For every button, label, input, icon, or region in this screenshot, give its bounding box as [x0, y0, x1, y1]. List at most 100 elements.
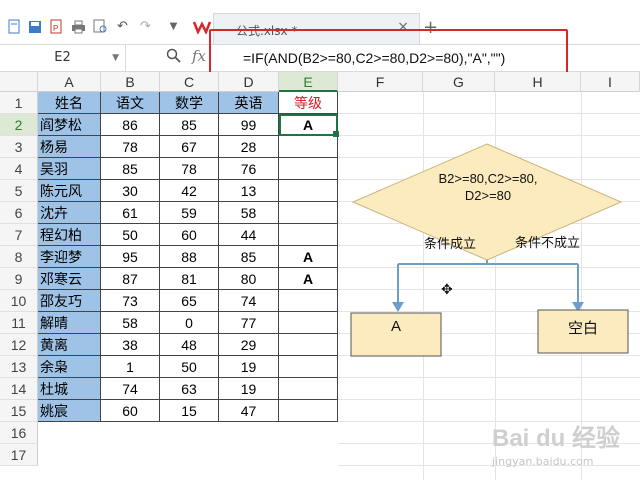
- name-box[interactable]: E2 ▼: [0, 45, 126, 71]
- row-header-2[interactable]: 2: [0, 114, 38, 136]
- row-header-12[interactable]: 12: [0, 334, 38, 356]
- cell-math[interactable]: 88: [160, 246, 219, 268]
- cell-english[interactable]: 19: [219, 378, 279, 400]
- row-header-14[interactable]: 14: [0, 378, 38, 400]
- header-cell-grade[interactable]: 等级: [279, 92, 338, 114]
- column-header-e[interactable]: E: [279, 72, 338, 92]
- column-header-f[interactable]: F: [338, 72, 423, 92]
- cell-math[interactable]: 60: [160, 224, 219, 246]
- undo-icon[interactable]: ↶: [115, 19, 130, 34]
- cell-chinese[interactable]: 1: [101, 356, 160, 378]
- cell-english[interactable]: 44: [219, 224, 279, 246]
- row-header-13[interactable]: 13: [0, 356, 38, 378]
- cell-math[interactable]: 0: [160, 312, 219, 334]
- row-header-6[interactable]: 6: [0, 202, 38, 224]
- cell-math[interactable]: 50: [160, 356, 219, 378]
- row-header-1[interactable]: 1: [0, 92, 38, 114]
- cell-grade[interactable]: [279, 356, 338, 378]
- cell-name[interactable]: 邓寒云: [38, 268, 101, 290]
- cell-name[interactable]: 姚宸: [38, 400, 101, 422]
- row-header-8[interactable]: 8: [0, 246, 38, 268]
- cell-english[interactable]: 99: [219, 114, 279, 136]
- cell-chinese[interactable]: 58: [101, 312, 160, 334]
- cell-name[interactable]: 沈卉: [38, 202, 101, 224]
- header-cell-name[interactable]: 姓名: [38, 92, 101, 114]
- cell-english[interactable]: 77: [219, 312, 279, 334]
- cell-chinese[interactable]: 85: [101, 158, 160, 180]
- column-header-d[interactable]: D: [219, 72, 279, 92]
- cell-math[interactable]: 78: [160, 158, 219, 180]
- cell-math[interactable]: 42: [160, 180, 219, 202]
- header-cell-chinese[interactable]: 语文: [101, 92, 160, 114]
- row-header-4[interactable]: 4: [0, 158, 38, 180]
- cell-chinese[interactable]: 78: [101, 136, 160, 158]
- zoom-icon[interactable]: [166, 48, 181, 67]
- print-icon[interactable]: [71, 19, 86, 34]
- cell-grade[interactable]: [279, 334, 338, 356]
- export-pdf-icon[interactable]: P: [49, 19, 64, 34]
- row-header-17[interactable]: 17: [0, 444, 38, 466]
- cell-grade[interactable]: [279, 290, 338, 312]
- new-file-icon[interactable]: [6, 19, 21, 34]
- cell-english[interactable]: 28: [219, 136, 279, 158]
- cell-name[interactable]: 解晴: [38, 312, 101, 334]
- cell-name[interactable]: 黄离: [38, 334, 101, 356]
- cell-english[interactable]: 74: [219, 290, 279, 312]
- cell-name[interactable]: 程幻柏: [38, 224, 101, 246]
- print-preview-icon[interactable]: [93, 19, 108, 34]
- row-header-15[interactable]: 15: [0, 400, 38, 422]
- cell-name[interactable]: 杨易: [38, 136, 101, 158]
- cell-name[interactable]: 陈元风: [38, 180, 101, 202]
- save-icon[interactable]: [27, 19, 42, 34]
- dropdown-icon[interactable]: ▼: [166, 19, 181, 34]
- cell-english[interactable]: 13: [219, 180, 279, 202]
- row-header-9[interactable]: 9: [0, 268, 38, 290]
- cell-name[interactable]: 邵友巧: [38, 290, 101, 312]
- cell-chinese[interactable]: 74: [101, 378, 160, 400]
- cell-grade[interactable]: [279, 158, 338, 180]
- cell-chinese[interactable]: 50: [101, 224, 160, 246]
- cell-math[interactable]: 63: [160, 378, 219, 400]
- column-header-i[interactable]: I: [581, 72, 640, 92]
- cell-grade[interactable]: [279, 224, 338, 246]
- cell-grade[interactable]: [279, 312, 338, 334]
- cell-name[interactable]: 李迎梦: [38, 246, 101, 268]
- cell-math[interactable]: 48: [160, 334, 219, 356]
- cell-chinese[interactable]: 30: [101, 180, 160, 202]
- row-header-11[interactable]: 11: [0, 312, 38, 334]
- cell-grade[interactable]: [279, 400, 338, 422]
- cell-chinese[interactable]: 95: [101, 246, 160, 268]
- cell-math[interactable]: 65: [160, 290, 219, 312]
- cell-math[interactable]: 81: [160, 268, 219, 290]
- cell-name[interactable]: 吴羽: [38, 158, 101, 180]
- cell-english[interactable]: 47: [219, 400, 279, 422]
- cell-english[interactable]: 58: [219, 202, 279, 224]
- fill-handle[interactable]: [333, 131, 339, 137]
- column-header-b[interactable]: B: [101, 72, 160, 92]
- cell-english[interactable]: 76: [219, 158, 279, 180]
- cell-chinese[interactable]: 73: [101, 290, 160, 312]
- cell-chinese[interactable]: 87: [101, 268, 160, 290]
- cell-name[interactable]: 阎梦松: [38, 114, 101, 136]
- cell-math[interactable]: 59: [160, 202, 219, 224]
- cell-name[interactable]: 杜城: [38, 378, 101, 400]
- cell-grade[interactable]: [279, 378, 338, 400]
- cell-math[interactable]: 85: [160, 114, 219, 136]
- row-header-3[interactable]: 3: [0, 136, 38, 158]
- row-header-16[interactable]: 16: [0, 422, 38, 444]
- column-header-c[interactable]: C: [160, 72, 219, 92]
- select-all-corner[interactable]: [0, 72, 38, 92]
- column-header-h[interactable]: H: [495, 72, 581, 92]
- row-header-5[interactable]: 5: [0, 180, 38, 202]
- cell-grade[interactable]: A: [279, 246, 338, 268]
- redo-icon[interactable]: ↷: [138, 19, 153, 34]
- header-cell-english[interactable]: 英语: [219, 92, 279, 114]
- row-header-7[interactable]: 7: [0, 224, 38, 246]
- cell-grade[interactable]: [279, 202, 338, 224]
- row-header-10[interactable]: 10: [0, 290, 38, 312]
- cell-grade[interactable]: A: [279, 114, 338, 136]
- cell-chinese[interactable]: 60: [101, 400, 160, 422]
- cell-grade[interactable]: A: [279, 268, 338, 290]
- cell-chinese[interactable]: 38: [101, 334, 160, 356]
- header-cell-math[interactable]: 数学: [160, 92, 219, 114]
